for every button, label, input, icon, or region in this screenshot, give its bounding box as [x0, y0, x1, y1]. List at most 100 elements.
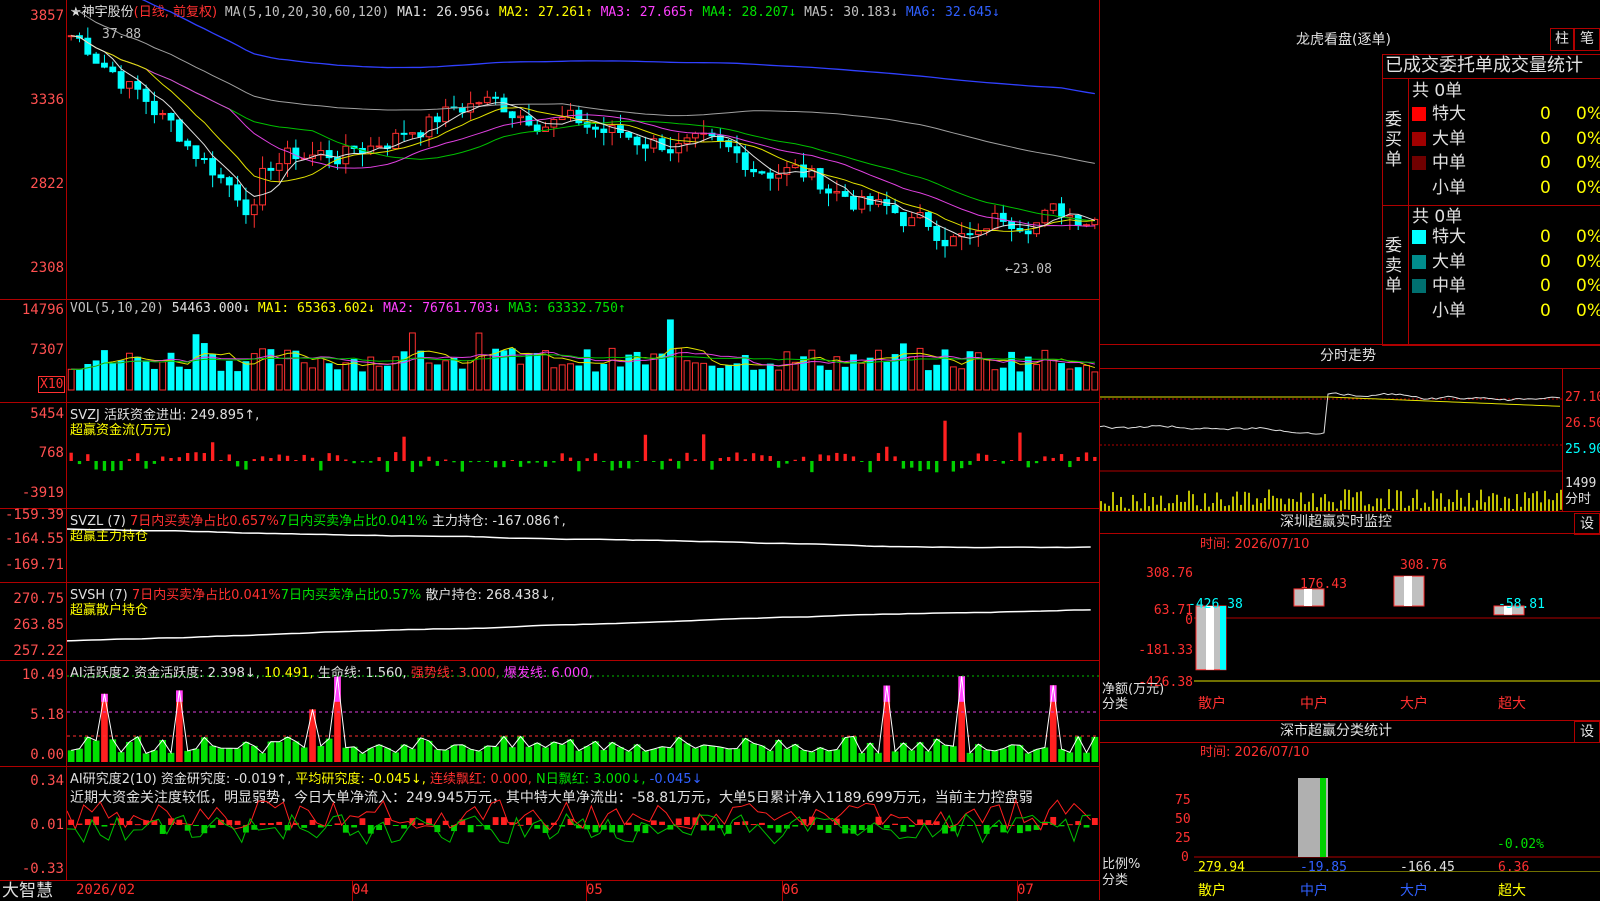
sell-count: 0: [1540, 276, 1551, 296]
activity-bar: [275, 741, 283, 762]
activity-bar: [800, 750, 807, 762]
volume-bar: [317, 357, 325, 391]
intraday-vol-bar: [1188, 490, 1190, 511]
flow-bar: [910, 461, 914, 468]
flow-bar: [835, 452, 839, 461]
bar-view-button[interactable]: 柱: [1550, 28, 1574, 51]
activity-bar: [483, 745, 491, 762]
activity-bar: [375, 744, 383, 762]
flow-bar: [186, 453, 190, 461]
candle-body: [949, 236, 957, 247]
flow-bar: [169, 458, 173, 461]
intraday-vol-bar: [1432, 490, 1434, 511]
research-bar: [1083, 825, 1090, 828]
price-tick-3: 2308: [30, 260, 64, 276]
activity-bar: [692, 748, 699, 762]
svzl-tick-0: -159.39: [4, 507, 64, 523]
flow-bar: [693, 459, 698, 461]
candle-body: [442, 106, 450, 123]
volume-bar: [1074, 367, 1082, 391]
candle-body: [408, 132, 416, 135]
intraday-vol-bar: [1496, 494, 1498, 511]
flow-bar: [194, 452, 198, 461]
volume-bar: [858, 362, 866, 391]
class-value-label: -19.85: [1300, 860, 1347, 875]
intraday-vol-bar: [1324, 494, 1326, 511]
svzl-panel[interactable]: SVZL (7) 7日内买卖净占比0.657%7日内买卖净占比0.041% 主力…: [0, 507, 1100, 583]
intraday-vol-bar: [1348, 489, 1350, 510]
intraday-vol-bar: [1284, 504, 1286, 511]
brand-label[interactable]: 大智慧: [2, 882, 53, 901]
ai-activity-panel[interactable]: AI活跃度2 资金活跃度: 2.398↓, 10.491, 生命线: 1.560…: [0, 660, 1100, 767]
flow-bar: [718, 458, 722, 461]
svsh-line: [67, 609, 1091, 642]
research-bar: [775, 825, 782, 833]
flow-bar: [1034, 461, 1039, 464]
activity-bar: [858, 752, 866, 762]
activity-bar: [67, 750, 75, 762]
intraday-vol-bar: [1168, 503, 1170, 511]
research-bar: [967, 825, 973, 826]
sell-label: 中单: [1432, 276, 1466, 296]
volume-bar: [150, 368, 158, 391]
volume-bar: [1049, 359, 1057, 391]
research-bar: [517, 824, 524, 826]
monitor-settings-button[interactable]: 设: [1574, 513, 1600, 535]
intraday-chart[interactable]: [1100, 369, 1562, 511]
price-tick-0: 3857: [30, 8, 64, 24]
svzj-tick-1: 768: [38, 445, 64, 461]
svsh-panel[interactable]: SVSH (7) 7日内买卖净占比0.041%7日内买卖净占比0.57% 散户持…: [0, 582, 1100, 661]
volume-bar: [1083, 364, 1090, 391]
x-label-0: 2026/02: [76, 882, 136, 898]
left-chart-area[interactable]: ★神宇股份(日线, 前复权) MA(5,10,20,30,60,120) MA1…: [0, 0, 1100, 901]
research-bar: [842, 825, 849, 834]
intraday-title: 分时走势: [1320, 348, 1376, 364]
research-bar: [684, 816, 690, 825]
intraday-vol-bar: [1320, 497, 1322, 511]
sell-pct: 0%: [1576, 300, 1600, 321]
candlestick-chart[interactable]: [67, 0, 1099, 299]
intraday-vol-bar: [1352, 497, 1354, 511]
flow-bar: [710, 461, 714, 470]
flow-bar: [885, 446, 889, 461]
svzj-panel[interactable]: SVZJ 活跃资金进出: 249.895↑, 超赢资金流(万元) 5454 76…: [0, 402, 1100, 509]
flow-bar: [593, 453, 598, 461]
activity-bar: [367, 748, 375, 762]
volume-panel[interactable]: VOL(5,10,20) 54463.000↓ MA1: 65363.602↓ …: [0, 299, 1100, 403]
research-bar: [908, 825, 915, 827]
price-panel[interactable]: ★神宇股份(日线, 前复权) MA(5,10,20,30,60,120) MA1…: [0, 0, 1100, 880]
intraday-vol-bar: [1508, 498, 1510, 511]
buy-row: 特大 0 0%: [1412, 104, 1600, 124]
ai-research-panel[interactable]: AI研究度2(10) 资金研究度: -0.019↑, 平均研究度: -0.045…: [0, 766, 1100, 881]
candle-body: [908, 217, 916, 227]
intraday-vol-bar: [1260, 503, 1262, 511]
x-axis: 大智慧 2026/02 04 05 06 07: [0, 880, 1100, 901]
candle-body: [933, 225, 941, 241]
class-value-label: 6.36: [1498, 860, 1530, 875]
intraday-vol-bar: [1100, 501, 1102, 511]
candle-body: [675, 143, 683, 154]
research-bar: [767, 825, 774, 829]
research-bar: [259, 823, 266, 825]
activity-bar: [966, 752, 974, 762]
monitor-bar-chart[interactable]: [1194, 533, 1600, 713]
activity-bar: [492, 746, 499, 762]
intraday-vol-bar: [1436, 498, 1438, 511]
monitor-title: 深圳超赢实时监控: [1280, 514, 1392, 530]
flow-bar: [152, 461, 157, 464]
tick-view-button[interactable]: 笔: [1574, 28, 1600, 51]
order-stats-title[interactable]: 已成交委托单成交量统计: [1385, 56, 1583, 76]
activity-bar: [359, 753, 366, 762]
flow-bar: [102, 461, 107, 471]
activity-bar: [1058, 749, 1065, 762]
activity-bar: [217, 748, 225, 762]
candle-body: [517, 115, 524, 119]
flow-bar: [677, 461, 681, 469]
class-bar-chart[interactable]: [1194, 742, 1600, 872]
intraday-vol-bar: [1220, 499, 1222, 511]
flow-bar: [144, 461, 148, 469]
class-settings-button[interactable]: 设: [1574, 721, 1600, 743]
buy-row: 大单 0 0%: [1412, 129, 1600, 149]
candle-body: [741, 152, 749, 170]
candle-body: [1049, 203, 1057, 211]
